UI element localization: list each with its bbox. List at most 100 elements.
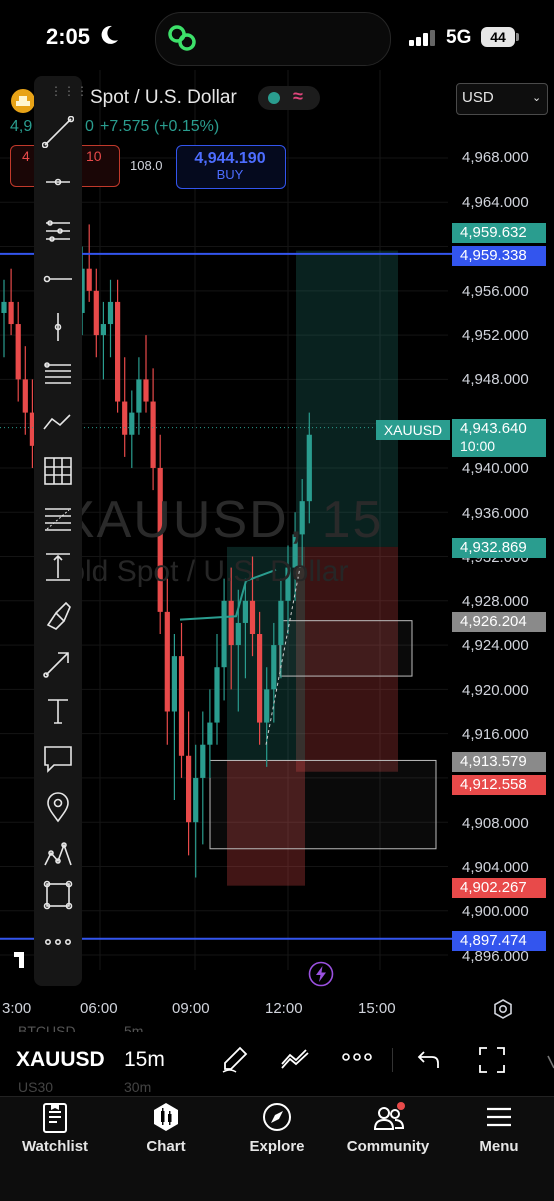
tool-callout[interactable] [36,737,80,777]
tab-menu[interactable]: Menu [444,1100,554,1164]
text-icon [48,699,68,724]
tab-chart[interactable]: Chart [111,1100,221,1164]
tool-rectangle[interactable] [36,873,80,913]
undo-icon[interactable] [416,1048,442,1077]
candle-body [249,600,256,635]
chart-icon [154,1103,178,1131]
price-tick: 4,900.000 [462,903,529,920]
candle-body [186,755,192,823]
time-tick: 3:00 [2,1000,32,1017]
network-label: 5G [446,27,472,48]
price-tick: 4,928.000 [462,593,529,610]
horizontal-ray-icon [46,178,70,186]
price-tag-target: 4,932.869 [452,538,546,558]
symbol-title[interactable]: Spot / U.S. Dollar [90,87,237,109]
battery-tip [516,33,519,41]
price-tag-box: 4,926.204 [452,612,546,632]
candle-body [235,622,241,646]
candle-body [136,379,142,413]
tool-horizontal-ray[interactable] [36,160,80,200]
fullscreen-icon[interactable] [478,1046,506,1079]
trend-line-icon [42,116,74,148]
candle-body [178,656,185,756]
watchlist-icon [43,1103,67,1133]
symbol-button[interactable]: XAUUSD [16,1048,105,1072]
moon-icon [100,24,120,51]
tool-parallel-channel[interactable] [36,353,80,393]
pitchfork-icon [46,220,70,242]
candle-body [214,667,220,723]
tool-gann-grid[interactable] [36,449,80,489]
long-position-icon [46,553,70,581]
tool-more[interactable] [36,920,80,960]
drag-handle-icon[interactable]: ⋮⋮⋮ [50,84,89,98]
tool-path[interactable] [36,401,80,441]
tool-text[interactable] [36,689,80,729]
more-icon[interactable] [342,1050,372,1069]
price-tag-stop: 4,902.267 [452,878,546,898]
tab-label: Menu [479,1138,519,1155]
callout-icon [44,746,72,773]
tool-vertical-line[interactable] [36,305,80,345]
tool-fib-retracement[interactable] [36,497,80,537]
battery-indicator: 44 [481,27,515,47]
candle-body [1,301,7,313]
candle-body [150,401,156,468]
drawing-pen-icon[interactable] [220,1044,250,1079]
candle-body [93,290,99,336]
candle-body [278,600,284,646]
candle-body [115,301,121,402]
spread-value: 108.0 [130,158,163,173]
tool-pitchfork[interactable] [36,209,80,249]
tool-arrow[interactable] [36,641,80,681]
chart-settings-icon[interactable] [493,999,513,1024]
price-tick: 4,948.000 [462,371,529,388]
overflow-icon[interactable] [540,1054,554,1070]
candle-body [100,324,106,336]
sell-price-suffix: 10 [86,148,102,164]
tab-label: Watchlist [21,1138,89,1155]
tool-trend-line[interactable] [36,110,80,150]
tool-pattern[interactable] [36,833,80,873]
candle-body [164,611,170,712]
price-tick: 4,924.000 [462,637,529,654]
candle-body [221,600,227,668]
tab-watchlist[interactable]: Watchlist [0,1100,110,1164]
price-tag-stop: 4,912.558 [452,775,546,795]
price-tick: 4,904.000 [462,859,529,876]
tool-long-position[interactable] [36,545,80,585]
rectangle-zone [209,759,437,850]
horizontal-line-icon [43,275,72,283]
rectangle-icon [43,880,73,910]
tab-label: Chart [146,1138,186,1155]
price-tick: 4,940.000 [462,460,529,477]
candle-body [171,656,177,712]
tool-brush[interactable] [36,593,80,633]
lightning-icon[interactable] [308,961,334,992]
candle-body [129,412,135,435]
tab-explore[interactable]: Explore [222,1100,332,1164]
candle-body [15,324,21,380]
candle-body [143,379,149,402]
price-tick: 4,920.000 [462,682,529,699]
background-symbol: US30 [18,1079,54,1095]
price-tick: 4,952.000 [462,327,529,344]
tab-community[interactable]: Community [333,1100,443,1164]
candle-body [264,689,270,723]
more-icon [44,939,71,946]
link-icon [168,25,196,56]
parallel-channel-icon [44,362,71,384]
realtime-icon: ≈ [293,86,303,106]
tool-pin[interactable] [36,785,80,825]
interval-button[interactable]: 15m [124,1048,165,1072]
indicators-icon[interactable] [280,1044,312,1079]
price-tick: 4,936.000 [462,505,529,522]
price-tick: 4,968.000 [462,149,529,166]
last-price-tag: 4,943.640 10:00 [452,419,546,457]
gold-logo-icon [10,88,36,119]
rectangle-zone [279,620,413,677]
tool-horizontal-line[interactable] [36,257,80,297]
gann-grid-icon [44,457,72,485]
price-tag-line: 4,959.338 [452,246,546,266]
tab-label: Community [346,1138,430,1155]
